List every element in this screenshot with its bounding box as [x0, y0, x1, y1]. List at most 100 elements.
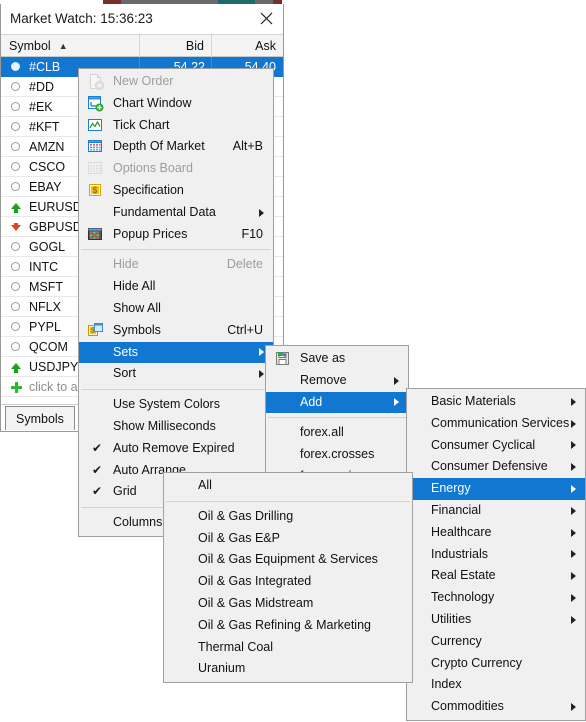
menu-separator [81, 249, 271, 251]
column-header-ask[interactable]: Ask [212, 35, 283, 57]
menu-item-consumer-cyclical[interactable]: Consumer Cyclical [407, 435, 585, 457]
menu-item-symbols[interactable]: $ Symbols Ctrl+U [79, 320, 273, 342]
menu-item-label: Use System Colors [113, 397, 220, 412]
menu-item-fundamental-data[interactable]: Fundamental Data [79, 202, 273, 224]
menu-item-currency[interactable]: Currency [407, 631, 585, 653]
symbol-dot-icon [11, 162, 22, 173]
menu-item-consumer-defensive[interactable]: Consumer Defensive [407, 456, 585, 478]
column-header-symbol[interactable]: Symbol ▲ [1, 35, 140, 57]
symbol-name: EBAY [29, 180, 62, 194]
symbol-dot-icon [11, 242, 22, 253]
menu-item-label: Symbols [113, 322, 161, 337]
menu-item-label: Real Estate [431, 568, 496, 583]
menu-item-label: Depth Of Market [113, 139, 205, 154]
symbol-dot-icon [11, 142, 22, 153]
menu-item-remove[interactable]: Remove [266, 370, 408, 392]
menu-item-label: Sets [113, 344, 139, 359]
price-up-arrow-icon [11, 202, 22, 213]
menu-item-thermal-coal[interactable]: Thermal Coal [164, 637, 412, 659]
menu-item-uranium[interactable]: Uranium [164, 658, 412, 680]
menu-item-label: New Order [113, 74, 174, 88]
menu-item-label: Consumer Cyclical [431, 437, 536, 452]
menu-item-utilities[interactable]: Utilities [407, 609, 585, 631]
specification-icon: $ [88, 183, 104, 199]
menu-item-hide-all[interactable]: Hide All [79, 276, 273, 298]
tab-symbols[interactable]: Symbols [5, 406, 75, 430]
menu-item-label: Sort [113, 366, 136, 381]
menu-item-oil-gas-midstream[interactable]: Oil & Gas Midstream [164, 593, 412, 615]
submenu-arrow-icon [571, 594, 576, 603]
checkmark-icon: ✔ [92, 440, 103, 455]
menu-item-popup-prices[interactable]: Popup Prices F10 [79, 224, 273, 246]
menu-item-oil-gas-integrated[interactable]: Oil & Gas Integrated [164, 571, 412, 593]
symbol-dot-icon [11, 82, 22, 93]
menu-item-add[interactable]: Add [266, 391, 408, 414]
symbol-name: #CLB [29, 60, 61, 74]
price-down-arrow-icon [11, 222, 22, 233]
submenu-arrow-icon [571, 419, 576, 428]
menu-item-show-milliseconds[interactable]: Show Milliseconds [79, 416, 273, 438]
menu-item-label: Index [431, 677, 462, 692]
menu-item-sort[interactable]: Sort [79, 363, 273, 385]
menu-item-financial[interactable]: Financial [407, 500, 585, 522]
menu-item-oil-gas-equipment-services[interactable]: Oil & Gas Equipment & Services [164, 549, 412, 571]
menu-item-label: Specification [113, 182, 184, 197]
menu-item-crypto-currency[interactable]: Crypto Currency [407, 653, 585, 675]
submenu-arrow-icon [259, 208, 264, 217]
menu-item-commodities[interactable]: Commodities [407, 696, 585, 718]
menu-item-label: Columns [113, 515, 163, 530]
column-header-bid[interactable]: Bid [140, 35, 212, 57]
menu-item-healthcare[interactable]: Healthcare [407, 522, 585, 544]
menu-item-oil-gas-e-p[interactable]: Oil & Gas E&P [164, 528, 412, 550]
menu-item-communication-services[interactable]: Communication Services [407, 413, 585, 435]
menu-item-save-as[interactable]: Save as [266, 348, 408, 370]
menu-item-label: Fundamental Data [113, 204, 216, 219]
symbol-name: EURUSD [29, 200, 82, 214]
close-icon[interactable] [251, 6, 281, 31]
menu-item-basic-materials[interactable]: Basic Materials [407, 391, 585, 413]
menu-item-real-estate[interactable]: Real Estate [407, 565, 585, 587]
menu-item-shortcut: F10 [241, 226, 263, 241]
menu-item-show-all[interactable]: Show All [79, 298, 273, 320]
submenu-arrow-icon [571, 528, 576, 537]
menu-item-index[interactable]: Index [407, 674, 585, 696]
menu-item-oil-gas-drilling[interactable]: Oil & Gas Drilling [164, 506, 412, 528]
submenu-arrow-icon [571, 506, 576, 515]
menu-item-depth-of-market[interactable]: Depth Of Market Alt+B [79, 136, 273, 158]
menu-item-use-system-colors[interactable]: Use System Colors [79, 394, 273, 416]
menu-item-forex-all[interactable]: forex.all [266, 422, 408, 444]
menu-item-forex-crosses[interactable]: forex.crosses [266, 444, 408, 466]
menu-item-technology[interactable]: Technology [407, 587, 585, 609]
menu-item-sets[interactable]: Sets [79, 341, 273, 364]
menu-item-label: Show All [113, 300, 161, 315]
symbol-dot-icon [11, 182, 22, 193]
menu-item-chart-window[interactable]: Chart Window [79, 93, 273, 115]
menu-item-label: Remove [300, 372, 347, 387]
menu-item-label: All [198, 478, 212, 492]
menu-item-shortcut: Alt+B [232, 139, 263, 154]
menu-item-shortcut: Delete [226, 257, 263, 272]
submenu-arrow-icon [571, 441, 576, 450]
tick-chart-icon [88, 118, 104, 134]
menu-item-label: Consumer Defensive [431, 459, 548, 474]
menu-item-all[interactable]: All [164, 475, 412, 497]
symbol-name: PYPL [29, 320, 61, 334]
symbol-name: CSCO [29, 160, 66, 174]
menu-separator [166, 500, 410, 502]
menu-item-oil-gas-refining-marketing[interactable]: Oil & Gas Refining & Marketing [164, 615, 412, 637]
menu-item-hide: Hide Delete [79, 254, 273, 276]
symbol-name: #EK [29, 100, 53, 114]
menu-item-specification[interactable]: $ Specification [79, 180, 273, 202]
submenu-arrow-icon [394, 398, 399, 407]
submenu-arrow-icon [571, 550, 576, 559]
menu-item-auto-remove-expired[interactable]: ✔ Auto Remove Expired [79, 438, 273, 460]
menu-item-tick-chart[interactable]: Tick Chart [79, 115, 273, 137]
menu-item-shortcut: Ctrl+U [227, 322, 263, 337]
menu-item-label: Technology [431, 590, 495, 605]
menu-item-label: Commodities [431, 699, 504, 714]
page-title: Market Watch: 15:36:23 [10, 11, 153, 26]
new-order-icon [88, 74, 104, 90]
menu-item-industrials[interactable]: Industrials [407, 544, 585, 566]
submenu-arrow-icon [571, 703, 576, 712]
menu-item-energy[interactable]: Energy [407, 478, 585, 500]
